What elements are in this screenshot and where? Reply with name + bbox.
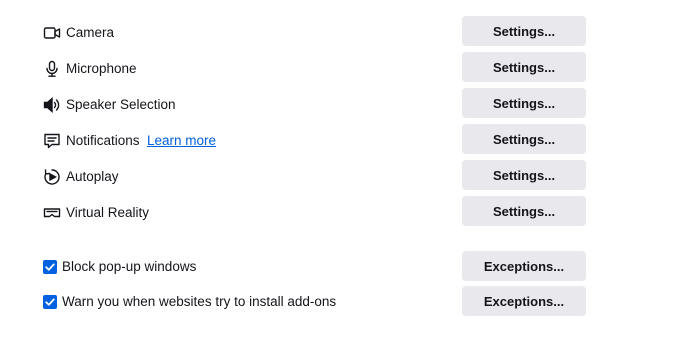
- camera-icon: [43, 24, 61, 42]
- speaker-icon: [43, 96, 61, 114]
- block-popups-label[interactable]: Block pop-up windows: [62, 250, 196, 284]
- autoplay-icon: [43, 168, 61, 186]
- notification-icon: [43, 132, 61, 150]
- permission-row-microphone: Microphone Settings...: [0, 51, 700, 87]
- microphone-settings-button[interactable]: Settings...: [462, 52, 586, 82]
- permission-row-speaker: Speaker Selection Settings...: [0, 87, 700, 123]
- notifications-settings-button[interactable]: Settings...: [462, 124, 586, 154]
- permission-row-autoplay: Autoplay Settings...: [0, 159, 700, 195]
- speaker-settings-button[interactable]: Settings...: [462, 88, 586, 118]
- permission-row-notifications: Notifications Learn more Settings...: [0, 123, 700, 159]
- autoplay-settings-button[interactable]: Settings...: [462, 160, 586, 190]
- learn-more-link[interactable]: Learn more: [147, 123, 216, 159]
- camera-settings-button[interactable]: Settings...: [462, 16, 586, 46]
- permission-row-vr: Virtual Reality Settings...: [0, 195, 700, 231]
- checkbox-row-block-popups: Block pop-up windows Exceptions...: [0, 250, 700, 286]
- vr-headset-icon: [43, 204, 61, 222]
- vr-settings-button[interactable]: Settings...: [462, 196, 586, 226]
- permission-row-camera: Camera Settings...: [0, 15, 700, 51]
- permission-label-notifications: Notifications: [66, 133, 140, 148]
- checkbox-row-warn-addons: Warn you when websites try to install ad…: [0, 285, 700, 321]
- addons-exceptions-button[interactable]: Exceptions...: [462, 286, 586, 316]
- microphone-icon: [43, 60, 61, 78]
- permission-label-autoplay: Autoplay: [66, 169, 119, 184]
- permission-label-vr: Virtual Reality: [66, 205, 150, 220]
- permission-label-camera: Camera: [66, 25, 115, 40]
- popup-exceptions-button[interactable]: Exceptions...: [462, 251, 586, 281]
- permission-label-speaker: Speaker Selection: [66, 97, 176, 112]
- warn-addons-label[interactable]: Warn you when websites try to install ad…: [62, 285, 336, 319]
- warn-addons-checkbox[interactable]: [43, 295, 57, 309]
- permissions-section: Camera Settings... Microphone Settings..…: [0, 0, 700, 341]
- block-popups-checkbox[interactable]: [43, 260, 57, 274]
- permission-label-microphone: Microphone: [66, 61, 137, 76]
